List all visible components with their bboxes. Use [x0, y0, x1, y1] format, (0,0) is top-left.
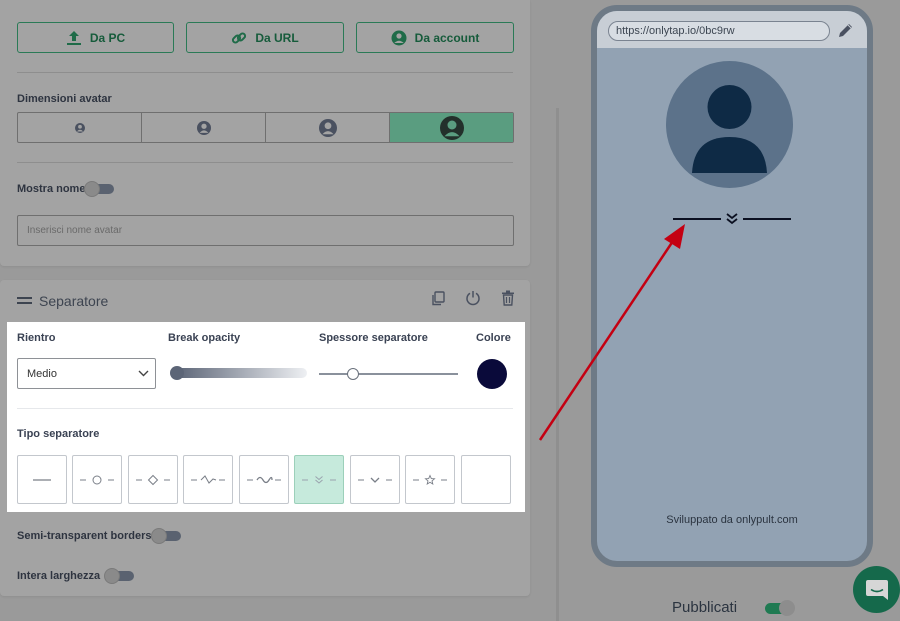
- preview-footer: Sviluppato da onlypult.com: [666, 514, 798, 526]
- separator-type-star[interactable]: [405, 455, 455, 504]
- upload-from-pc-button[interactable]: Da PC: [17, 22, 174, 53]
- zigzag-separator-icon: [191, 474, 225, 484]
- break-opacity-slider-handle[interactable]: [170, 366, 184, 380]
- full-width-label: Intera larghezza: [17, 570, 101, 582]
- divider: [17, 162, 513, 163]
- separator-type-line[interactable]: [17, 455, 67, 504]
- full-width-toggle[interactable]: [104, 568, 134, 584]
- indent-label: Rientro: [17, 332, 56, 344]
- upload-from-url-button[interactable]: Da URL: [186, 22, 344, 53]
- medium-avatar-icon: [196, 120, 211, 135]
- show-name-toggle[interactable]: [84, 181, 114, 197]
- avatar-size-xlarge-option[interactable]: [390, 113, 513, 142]
- copy-icon: [432, 290, 445, 305]
- chat-icon: [865, 579, 888, 600]
- publish-toggle[interactable]: [765, 600, 795, 616]
- preview-url[interactable]: https://onlytap.io/0bc9rw: [608, 21, 830, 41]
- separator-title: Separatore: [39, 293, 109, 309]
- separator-type-wave[interactable]: [239, 455, 289, 504]
- divider: [17, 72, 513, 73]
- delete-button[interactable]: [499, 289, 517, 307]
- support-chat-button[interactable]: [853, 566, 900, 613]
- circle-separator-icon: [80, 475, 114, 484]
- separator-type-chevron[interactable]: [350, 455, 400, 504]
- avatar-size-medium-option[interactable]: [142, 113, 266, 142]
- divider: [17, 408, 513, 409]
- edit-pencil-icon[interactable]: [837, 22, 854, 39]
- thickness-slider-handle[interactable]: [347, 368, 359, 380]
- wave-separator-icon: [247, 476, 281, 483]
- semi-transparent-borders-toggle[interactable]: [151, 528, 181, 544]
- user-silhouette-icon: [692, 85, 767, 173]
- indent-select-value: Medio: [27, 367, 57, 380]
- avatar-name-input[interactable]: [17, 215, 514, 246]
- upload-from-account-label: Da account: [414, 30, 480, 45]
- power-icon: [466, 291, 480, 306]
- chevron-down-icon: [138, 370, 149, 377]
- browser-address-bar: https://onlytap.io/0bc9rw: [597, 11, 867, 48]
- separator-type-diamond[interactable]: [128, 455, 178, 504]
- avatar-size-selector: [17, 112, 514, 143]
- star-separator-icon: [413, 473, 447, 485]
- toggle-knob: [84, 181, 100, 197]
- line-separator-icon: [33, 478, 51, 481]
- toggle-knob: [151, 528, 167, 544]
- duplicate-button[interactable]: [429, 289, 447, 307]
- semi-transparent-borders-label: Semi-transparent borders: [17, 530, 152, 542]
- color-picker-swatch[interactable]: [477, 359, 507, 389]
- trash-icon: [502, 290, 514, 306]
- show-name-label: Mostra nome: [17, 183, 86, 195]
- color-label: Colore: [476, 332, 511, 344]
- toggle-visibility-button[interactable]: [464, 289, 482, 307]
- toggle-knob: [104, 568, 120, 584]
- link-icon: [232, 31, 247, 44]
- avatar-size-label: Dimensioni avatar: [17, 93, 112, 105]
- indent-select[interactable]: Medio: [17, 358, 156, 389]
- toggle-knob: [779, 600, 795, 616]
- thickness-label: Spessore separatore: [319, 332, 428, 344]
- separator-type-zigzag[interactable]: [183, 455, 233, 504]
- upload-icon: [66, 30, 81, 45]
- separator-type-label: Tipo separatore: [17, 428, 100, 440]
- avatar-size-large-option[interactable]: [266, 113, 390, 142]
- xlarge-avatar-icon: [439, 115, 464, 140]
- drag-handle-icon[interactable]: [17, 297, 32, 305]
- avatar-size-small-option[interactable]: [18, 113, 142, 142]
- phone-preview: https://onlytap.io/0bc9rw Sviluppato da …: [591, 5, 873, 567]
- chevron-separator-icon: [358, 477, 392, 483]
- break-opacity-label: Break opacity: [168, 332, 241, 344]
- upload-from-pc-label: Da PC: [89, 30, 126, 45]
- thickness-slider[interactable]: [319, 373, 458, 375]
- separator-type-circle[interactable]: [72, 455, 122, 504]
- account-icon: [391, 30, 407, 45]
- diamond-separator-icon: [136, 474, 170, 485]
- panel-divider: [556, 108, 559, 621]
- publish-label: Pubblicati: [672, 599, 738, 616]
- preview-avatar: [666, 61, 793, 188]
- small-avatar-icon: [74, 122, 85, 133]
- break-opacity-slider[interactable]: [176, 368, 307, 378]
- double-chevron-separator-icon: [302, 475, 336, 484]
- upload-from-account-button[interactable]: Da account: [356, 22, 514, 53]
- separator-type-chevrons[interactable]: [294, 455, 344, 504]
- separator-header: Separatore: [17, 293, 108, 309]
- separator-type-empty[interactable]: [461, 455, 511, 504]
- upload-from-url-label: Da URL: [255, 30, 299, 45]
- separator-preview: [673, 213, 791, 225]
- large-avatar-icon: [318, 118, 337, 137]
